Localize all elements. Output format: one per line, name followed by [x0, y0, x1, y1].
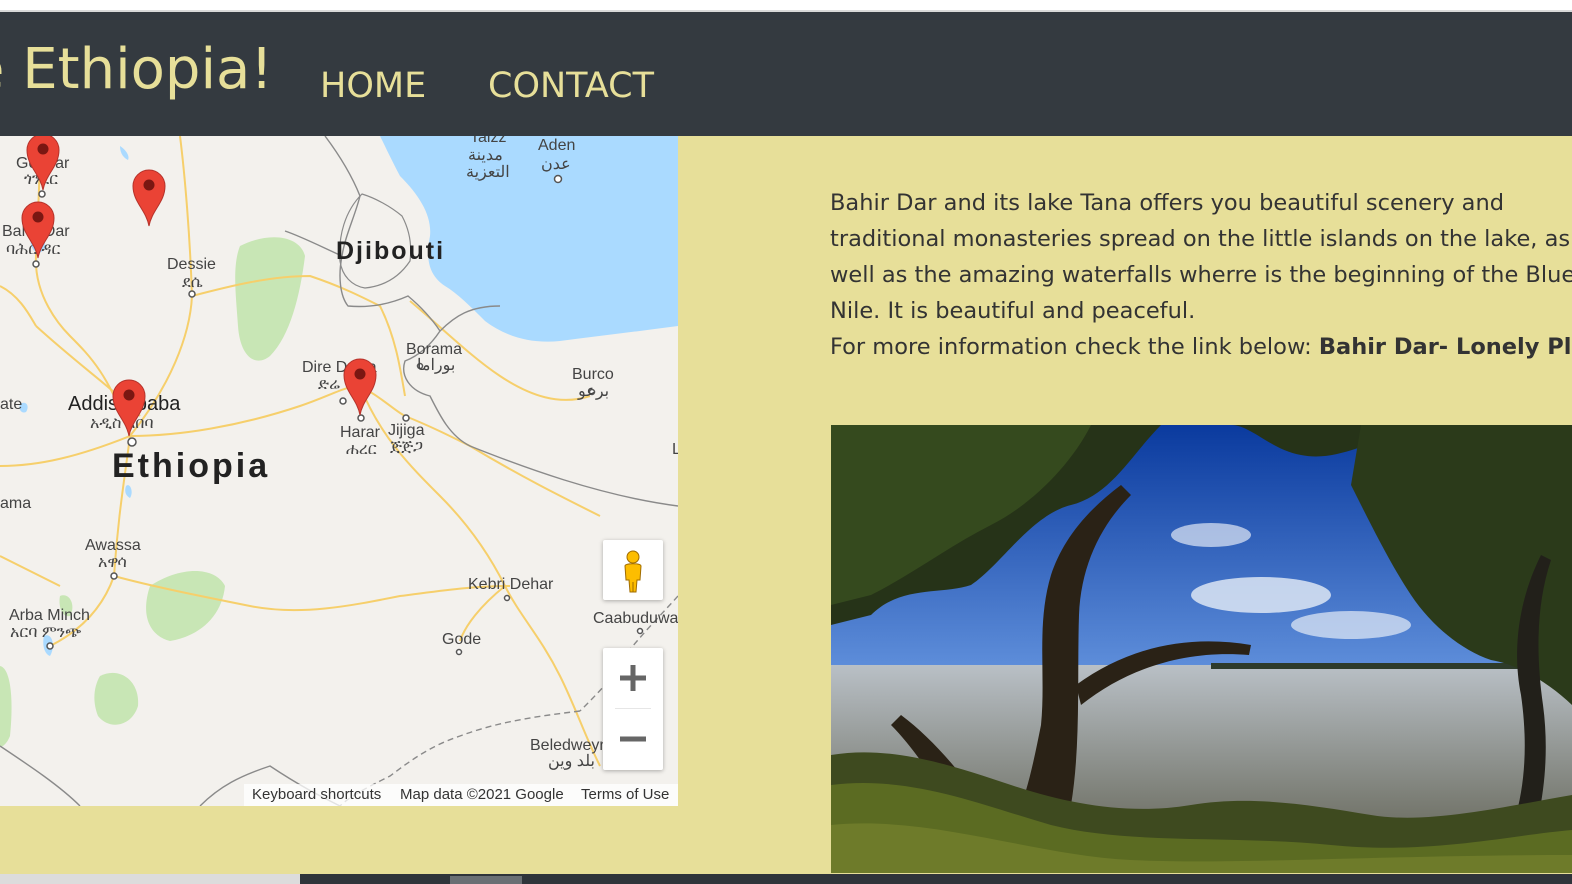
map-label-awassa: Awassa [85, 537, 141, 554]
map-label-dire-dawa-am: ድሬ [318, 376, 340, 393]
more-info-text: For more information check the link belo… [830, 334, 1319, 360]
map-label-ethiopia: Ethiopia [112, 447, 271, 485]
lake-tana-image [831, 425, 1572, 873]
map-label-kebri-dehar: Kebri Dehar [468, 576, 554, 593]
zoom-out-button[interactable] [603, 709, 663, 769]
zoom-control [603, 648, 663, 770]
map-data-attribution: Map data ©2021 Google [400, 786, 564, 803]
zoom-in-button[interactable] [603, 648, 663, 708]
minus-icon [620, 736, 646, 742]
map-label-burco: Burco [572, 366, 614, 383]
plus-icon [620, 665, 646, 691]
lonely-planet-link[interactable]: Bahir Dar- Lonely Planet [1319, 334, 1572, 360]
map-marker-north[interactable] [129, 166, 169, 228]
site-brand[interactable]: e Ethiopia! [0, 38, 273, 102]
map-marker-harar[interactable] [340, 355, 380, 417]
map-label-beledweyne-ar: بلد وين [548, 753, 595, 770]
browser-top-edge [0, 0, 1572, 12]
street-view-pegman-button[interactable] [603, 540, 663, 600]
nav-home-link[interactable]: HOME [320, 64, 426, 108]
lake-tana-photo [831, 425, 1572, 873]
nav-contact-link[interactable]: CONTACT [488, 64, 654, 108]
terms-of-use-link[interactable]: Terms of Use [581, 784, 669, 806]
map-label-awassa-am: አዋሳ [98, 554, 127, 571]
map-label-aden: Aden [538, 137, 576, 154]
keyboard-shortcuts-link[interactable]: Keyboard shortcuts [252, 784, 381, 806]
map-marker-gondar[interactable] [23, 136, 63, 192]
map-marker-bahir-dar[interactable] [18, 198, 58, 260]
map-label-borama-ar: بوراما [417, 357, 456, 374]
google-map[interactable]: Taizz مدينة التعزية Aden عدن Gondar ጎንደር… [0, 136, 678, 806]
description-line: Bahir Dar and its lake Tana offers you b… [830, 190, 1505, 216]
map-attribution-bar: Keyboard shortcuts Map data ©2021 Google… [244, 784, 678, 806]
map-label-taizz-ar1: مدينة [468, 147, 503, 164]
map-label-caabuduwaaq: Caabuduwaaq [593, 610, 678, 627]
description-text: Bahir Dar and its lake Tana offers you b… [830, 185, 1572, 365]
map-label-arba-minch: Arba Minch [9, 607, 90, 624]
map-label-ate: ate [0, 396, 23, 413]
navbar: e Ethiopia! HOME CONTACT [0, 12, 1572, 136]
description-line: Nile. It is beautiful and peaceful. [830, 298, 1196, 324]
map-label-harar-am: ሐረር [346, 441, 377, 458]
map-label-aden-ar: عدن [541, 156, 571, 173]
map-label-taizz: Taizz [470, 136, 507, 146]
map-label-harar: Harar [340, 424, 381, 441]
map-label-l: L [672, 441, 678, 458]
map-label-taizz-ar2: التعزية [466, 164, 510, 181]
map-label-dessie: Dessie [167, 256, 216, 273]
scrollbar-thumb[interactable] [450, 876, 522, 884]
pegman-icon [624, 550, 642, 593]
description-line: well as the amazing waterfalls wherre is… [830, 262, 1572, 288]
scrollbar-track-segment [0, 874, 300, 884]
map-label-dessie-am: ደሴ [182, 274, 203, 291]
map-label-djibouti: Djibouti [336, 237, 446, 265]
map-label-gode: Gode [442, 631, 482, 648]
map-label-arba-minch-am: አርባ ምንጭ [10, 624, 82, 641]
map-label-ama: ama [0, 495, 32, 512]
more-info-line: For more information check the link belo… [830, 329, 1572, 365]
map-label-jijiga-am: ጅጅጋ [390, 438, 424, 455]
description-line: traditional monasteries spread on the li… [830, 226, 1571, 252]
map-label-burco-ar: برعو [578, 383, 610, 400]
horizontal-scrollbar[interactable] [0, 874, 1572, 884]
map-marker-addis-ababa[interactable] [109, 376, 149, 438]
